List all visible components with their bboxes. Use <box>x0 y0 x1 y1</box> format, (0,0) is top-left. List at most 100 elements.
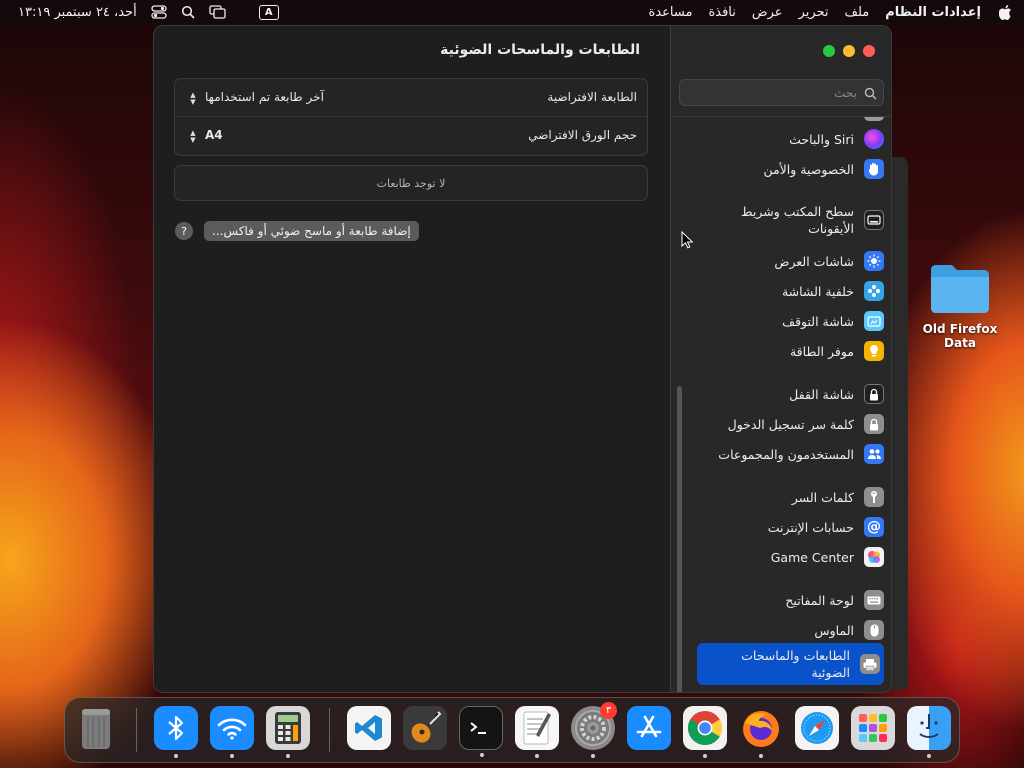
sidebar-item-label: شاشة القفل <box>789 386 854 402</box>
dock-wifi[interactable] <box>210 706 254 758</box>
dock-calculator[interactable] <box>266 706 310 758</box>
sidebar-scrollbar[interactable] <box>677 386 682 692</box>
dock-bluetooth[interactable] <box>154 706 198 758</box>
menu-bar-menus: إعدادات النظام ملف تحرير عرض نافذة مساعد… <box>649 0 1024 24</box>
zoom-button[interactable] <box>823 45 835 57</box>
trash-icon <box>82 709 110 749</box>
popup-chevron-icon[interactable]: ▲ ▼ <box>187 91 199 107</box>
sidebar-item-label: كلمات السر <box>791 489 854 505</box>
hand-icon <box>864 159 884 179</box>
running-indicator <box>591 754 595 758</box>
dock-trash[interactable] <box>74 706 118 750</box>
sidebar-item-lock-screen[interactable]: شاشة القفل <box>696 384 884 404</box>
search-icon <box>864 85 877 104</box>
system-settings-window: الطابعات والماسحات الضوئية الطابعة الافت… <box>153 25 892 693</box>
input-source-icon[interactable]: A <box>258 4 279 20</box>
sidebar-item-keyboard[interactable]: لوحة المفاتيح <box>696 590 884 610</box>
dock-launchpad[interactable] <box>851 706 895 750</box>
input-source-label: A <box>258 4 279 20</box>
users-icon <box>864 444 884 464</box>
firefox-icon <box>743 711 779 747</box>
sidebar-item-label: لوحة المفاتيح <box>785 592 854 608</box>
window-controls <box>823 45 875 57</box>
key-icon <box>864 487 884 507</box>
sidebar-item-wallpaper[interactable]: خلفية الشاشة <box>696 281 884 301</box>
minimize-button[interactable] <box>843 45 855 57</box>
dock-safari[interactable] <box>795 706 839 750</box>
sidebar-item-screen-saver[interactable]: شاشة التوقف <box>696 311 884 331</box>
chrome-icon <box>688 711 722 745</box>
running-indicator <box>174 754 178 758</box>
sidebar-item-label: المستخدمون والمجموعات <box>718 446 854 462</box>
sidebar-item-label: شاشة التوقف <box>782 313 854 329</box>
menu-window[interactable]: نافذة <box>708 5 735 20</box>
paper-size-row: حجم الورق الافتراضي A4 ▲ ▼ <box>175 117 647 155</box>
sidebar-item-passwords[interactable]: كلمات السر <box>696 487 884 507</box>
dock-firefox[interactable] <box>739 706 783 758</box>
sidebar-item-siri[interactable]: Siri والباحث <box>696 129 884 149</box>
sidebar-item-displays[interactable]: شاشات العرض <box>696 251 884 271</box>
sidebar-list: Siri والباحث الخصوصية والأمن سطح المكتب … <box>671 117 891 692</box>
sidebar-item-printers-scanners[interactable]: الطابعات والماسحات الضوئية <box>697 643 884 685</box>
screen-mirroring-icon[interactable] <box>209 4 227 20</box>
dock-finder[interactable] <box>907 706 951 758</box>
page-title: الطابعات والماسحات الضوئية <box>440 42 640 58</box>
at-icon: @ <box>864 517 884 537</box>
running-indicator <box>927 754 931 758</box>
dock-terminal[interactable] <box>459 706 503 757</box>
app-store-icon <box>636 715 662 738</box>
menu-bar-status-area: أحد، ٢٤ سبتمبر ١٣:١٩ A <box>0 0 279 24</box>
add-printer-button[interactable]: إضافة طابعة أو ماسح ضوئي أو فاكس... <box>204 221 419 241</box>
sidebar-item-label: Game Center <box>770 549 854 565</box>
sidebar-item-game-center[interactable]: Game Center <box>696 547 884 567</box>
default-printer-row: الطابعة الافتراضية آخر طابعة تم استخدامه… <box>175 79 647 117</box>
launchpad-icon <box>859 714 887 742</box>
padlock-icon <box>864 414 884 434</box>
sidebar-item-internet-accounts[interactable]: @ حسابات الإنترنت <box>696 517 884 537</box>
calculator-icon <box>275 712 301 744</box>
dock-vscode[interactable] <box>347 706 391 750</box>
popup-chevron-icon[interactable]: ▲ ▼ <box>187 129 199 145</box>
sidebar-item-desktop-dock[interactable]: سطح المكتب وشريط الأيقونات <box>696 203 884 237</box>
sidebar-item-label: الطابعات والماسحات الضوئية <box>741 648 850 680</box>
siri-icon <box>864 129 884 149</box>
menu-file[interactable]: ملف <box>845 5 870 20</box>
dock-separator <box>136 708 137 752</box>
sidebar-item-label: حسابات الإنترنت <box>767 519 854 535</box>
wifi-icon <box>217 718 247 740</box>
bluetooth-icon <box>168 715 184 741</box>
menu-bar-clock[interactable]: أحد، ٢٤ سبتمبر ١٣:١٩ <box>18 5 137 20</box>
dock-system-settings[interactable]: ٣ <box>571 702 617 758</box>
sidebar-item-users-groups[interactable]: المستخدمون والمجموعات <box>696 444 884 464</box>
sidebar-item-energy-saver[interactable]: موفر الطاقة <box>696 341 884 361</box>
sidebar-item-privacy[interactable]: الخصوصية والأمن <box>696 159 884 179</box>
spotlight-search-icon[interactable] <box>181 4 195 20</box>
sidebar-item-label: الخصوصية والأمن <box>763 161 854 177</box>
game-center-icon <box>864 547 884 567</box>
display-icon <box>864 251 884 271</box>
dock-garageband[interactable] <box>403 706 447 750</box>
control-center-icon[interactable] <box>151 4 167 20</box>
mouse-icon <box>864 620 884 640</box>
search-placeholder: بحث <box>834 86 857 100</box>
paper-size-select[interactable]: A4 <box>205 128 223 142</box>
help-button[interactable]: ? <box>175 222 193 240</box>
dock-textedit[interactable] <box>515 706 559 758</box>
background-window[interactable] <box>892 157 908 690</box>
search-input[interactable]: بحث <box>679 79 884 106</box>
dock-app-store[interactable] <box>627 706 671 750</box>
menu-app-name[interactable]: إعدادات النظام <box>885 5 981 20</box>
dock-chrome[interactable] <box>683 706 727 758</box>
close-button[interactable] <box>863 45 875 57</box>
running-indicator <box>286 754 290 758</box>
menu-view[interactable]: عرض <box>752 5 783 20</box>
sidebar-item-login-password[interactable]: كلمة سر تسجيل الدخول <box>696 414 884 434</box>
printer-defaults-group: الطابعة الافتراضية آخر طابعة تم استخدامه… <box>174 78 648 156</box>
apple-logo-icon[interactable] <box>999 4 1012 20</box>
default-printer-select[interactable]: آخر طابعة تم استخدامها <box>205 90 324 104</box>
menu-help[interactable]: مساعدة <box>649 5 693 20</box>
sidebar-item-mouse[interactable]: الماوس <box>696 620 884 640</box>
menu-edit[interactable]: تحرير <box>799 5 829 20</box>
vscode-icon <box>355 715 382 741</box>
desktop-folder[interactable]: Old Firefox Data <box>908 262 1012 350</box>
